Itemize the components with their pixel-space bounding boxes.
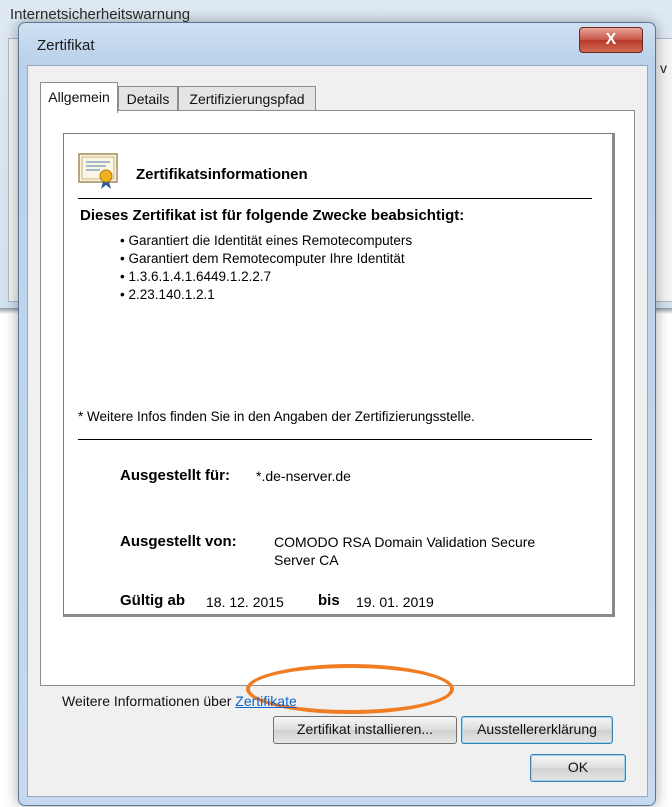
certificate-icon: [78, 153, 118, 189]
tab-allgemein[interactable]: Allgemein: [40, 82, 118, 113]
background-window-edge-text: v: [660, 60, 667, 76]
purpose-item: Garantiert dem Remotecomputer Ihre Ident…: [120, 250, 412, 268]
issuer-note: * Weitere Infos finden Sie in den Angabe…: [78, 409, 475, 424]
issued-by-value-line: Server CA: [274, 552, 339, 568]
divider: [78, 198, 592, 199]
purpose-list: Garantiert die Identität eines Remotecom…: [120, 232, 412, 304]
valid-from-label: Gültig ab: [120, 592, 185, 609]
issued-to-value: *.de-nserver.de: [256, 468, 351, 484]
purpose-item: Garantiert die Identität eines Remotecom…: [120, 232, 412, 250]
close-button[interactable]: X: [579, 27, 643, 53]
tab-zertifizierungspfad[interactable]: Zertifizierungspfad: [178, 86, 316, 111]
tab-panel-allgemein: Zertifikatsinformationen Dieses Zertifik…: [40, 110, 635, 744]
dialog-client-area: Allgemein Details Zertifizierungspfad Ze…: [27, 65, 648, 797]
valid-to-label: bis: [318, 592, 340, 609]
issuer-statement-button[interactable]: Ausstellererklärung: [461, 716, 613, 744]
tab-details[interactable]: Details: [118, 86, 178, 111]
issued-to-label: Ausgestellt für:: [120, 467, 231, 484]
install-certificate-button[interactable]: Zertifikat installieren...: [273, 716, 457, 744]
more-info-label: Weitere Informationen über: [62, 693, 232, 709]
issued-by-value-line: COMODO RSA Domain Validation Secure: [274, 534, 536, 550]
certificate-dialog: Zertifikat X Allgemein Details Zertifizi…: [18, 22, 656, 806]
close-icon: X: [605, 31, 617, 48]
ok-button[interactable]: OK: [530, 754, 626, 782]
more-info-text: Weitere Informationen über Zertifikate: [62, 693, 297, 709]
certificate-info-heading: Zertifikatsinformationen: [136, 166, 308, 183]
background-window-title: Internetsicherheitswarnung: [10, 6, 191, 23]
dialog-title: Zertifikat: [37, 37, 95, 54]
purpose-heading: Dieses Zertifikat ist für folgende Zweck…: [80, 207, 465, 224]
valid-to-value: 19. 01. 2019: [356, 594, 434, 610]
divider: [78, 439, 592, 440]
purpose-item: 2.23.140.1.2.1: [120, 286, 412, 304]
certificate-info-box: Zertifikatsinformationen Dieses Zertifik…: [63, 133, 615, 617]
issued-by-value: COMODO RSA Domain Validation Secure Serv…: [274, 533, 535, 569]
certificates-link[interactable]: Zertifikate: [235, 693, 296, 709]
purpose-item: 1.3.6.1.4.1.6449.1.2.2.7: [120, 268, 412, 286]
valid-from-value: 18. 12. 2015: [206, 594, 284, 610]
issued-by-label: Ausgestellt von:: [120, 533, 237, 550]
